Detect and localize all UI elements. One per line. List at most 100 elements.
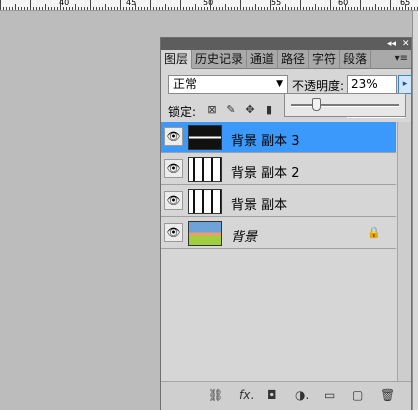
layer-name[interactable]: 背景 副本 (231, 194, 287, 213)
layer-thumbnail[interactable] (188, 157, 222, 182)
panel-bottom-bar: ⛓ fx. ◘ ◑. ▭ ▢ 🗑 (161, 381, 411, 410)
tab-channels[interactable]: 通道 (247, 50, 279, 69)
ruler-tick (63, 7, 64, 10)
ruler-tick (288, 7, 289, 10)
ruler-tick (159, 7, 160, 10)
ruler-tick (309, 7, 310, 10)
ruler-tick (405, 4, 406, 10)
ruler-tick (207, 7, 208, 10)
tab-paragraph[interactable]: 段落 (340, 50, 372, 69)
ruler-tick (279, 7, 280, 10)
layer-name[interactable]: 背景 副本 2 (231, 162, 300, 181)
ruler-tick (282, 7, 283, 10)
ruler-tick (144, 7, 145, 10)
opacity-slider-track[interactable] (291, 104, 399, 107)
ruler-label-60: 60 (338, 0, 349, 7)
ruler-tick (390, 0, 391, 10)
ruler-tick (153, 7, 154, 10)
tab-character[interactable]: 字符 (309, 50, 341, 69)
ruler-tick (213, 7, 214, 10)
eye-icon[interactable]: 👁 (164, 127, 183, 146)
layer-row[interactable]: 👁 背景 副本 3 (161, 122, 396, 153)
ruler-tick (108, 7, 109, 10)
ruler-tick (51, 7, 52, 10)
ruler-tick (366, 7, 367, 10)
lock-position-icon[interactable]: ✥ (243, 103, 257, 117)
ruler-tick (411, 7, 412, 10)
ruler-tick (162, 7, 163, 10)
lock-image-icon[interactable]: ✎ (224, 103, 238, 117)
lock-all-icon[interactable]: ▮ (262, 103, 276, 117)
ruler-tick (345, 4, 346, 10)
ruler-tick (174, 7, 175, 10)
ruler-tick (48, 7, 49, 10)
close-icon[interactable]: ✕ (402, 38, 410, 50)
ruler-tick (354, 7, 355, 10)
opacity-slider-thumb[interactable] (311, 98, 321, 111)
tab-paths[interactable]: 路径 (278, 50, 310, 69)
ruler-tick (387, 7, 388, 10)
blend-mode-value: 正常 (173, 77, 198, 91)
ruler-tick (192, 7, 193, 10)
ruler-tick (69, 7, 70, 10)
ruler-tick (231, 7, 232, 10)
tab-history[interactable]: 历史记录 (192, 50, 248, 69)
layer-row[interactable]: 👁 背景 副本 (161, 186, 396, 217)
ruler-tick (123, 7, 124, 10)
ruler-tick (225, 4, 226, 10)
ruler-tick (255, 4, 256, 10)
ruler-tick (351, 7, 352, 10)
ruler-tick (75, 4, 76, 10)
eye-icon[interactable]: 👁 (164, 191, 183, 210)
ruler-tick (6, 7, 7, 10)
ruler-tick (81, 7, 82, 10)
ruler-tick (114, 7, 115, 10)
panel-titlebar[interactable]: ◂◂ ✕ (161, 38, 411, 50)
layer-name[interactable]: 背景 副本 3 (231, 130, 300, 149)
layer-row[interactable]: 👁 背景 🔒 (161, 218, 396, 249)
ruler-tick (312, 7, 313, 10)
opacity-input[interactable]: 23% (347, 75, 397, 94)
layer-name[interactable]: 背景 (231, 226, 257, 245)
ruler-tick (378, 7, 379, 10)
ruler-tick (333, 7, 334, 10)
eye-icon[interactable]: 👁 (164, 223, 183, 242)
ruler-tick (156, 7, 157, 10)
adjustment-icon[interactable]: ◑. (295, 388, 309, 402)
ruler-tick (228, 7, 229, 10)
ruler-tick (87, 7, 88, 10)
fx-icon[interactable]: fx. (239, 388, 254, 402)
ruler-tick (57, 7, 58, 10)
layer-thumbnail[interactable] (188, 125, 222, 150)
ruler-tick (54, 7, 55, 10)
layers-scrollbar[interactable] (397, 122, 411, 382)
ruler-tick (234, 7, 235, 10)
opacity-slider-toggle[interactable]: ▸ (398, 75, 412, 94)
ruler-tick (360, 0, 361, 10)
ruler-tick (90, 0, 91, 10)
eye-icon[interactable]: 👁 (164, 159, 183, 178)
ruler-tick (342, 7, 343, 10)
trash-icon[interactable]: 🗑 (380, 388, 395, 402)
lock-transparent-icon[interactable]: ⊠ (205, 103, 219, 117)
ruler-tick (357, 7, 358, 10)
ruler-tick (408, 7, 409, 10)
ruler-label-55: 55 (271, 0, 282, 7)
ruler-tick (27, 7, 28, 10)
ruler-tick (246, 7, 247, 10)
ruler-tick (210, 0, 211, 10)
blend-mode-select[interactable]: 正常 ▼ (168, 75, 288, 94)
layer-thumbnail[interactable] (188, 189, 222, 214)
panel-menu-icon[interactable]: ▾≡ (395, 53, 408, 64)
mask-icon[interactable]: ◘ (267, 388, 277, 402)
link-icon[interactable]: ⛓ (208, 388, 223, 402)
opacity-label: 不透明度: (292, 79, 345, 93)
layer-thumbnail[interactable] (188, 221, 222, 246)
layer-row[interactable]: 👁 背景 副本 2 (161, 154, 396, 185)
ruler-tick (15, 4, 16, 10)
lock-icon: 🔒 (367, 226, 381, 239)
new-layer-icon[interactable]: ▢ (352, 388, 363, 402)
group-icon[interactable]: ▭ (324, 388, 335, 402)
collapse-icon[interactable]: ◂◂ (387, 38, 396, 50)
tab-layers[interactable]: 图层 (161, 50, 193, 69)
